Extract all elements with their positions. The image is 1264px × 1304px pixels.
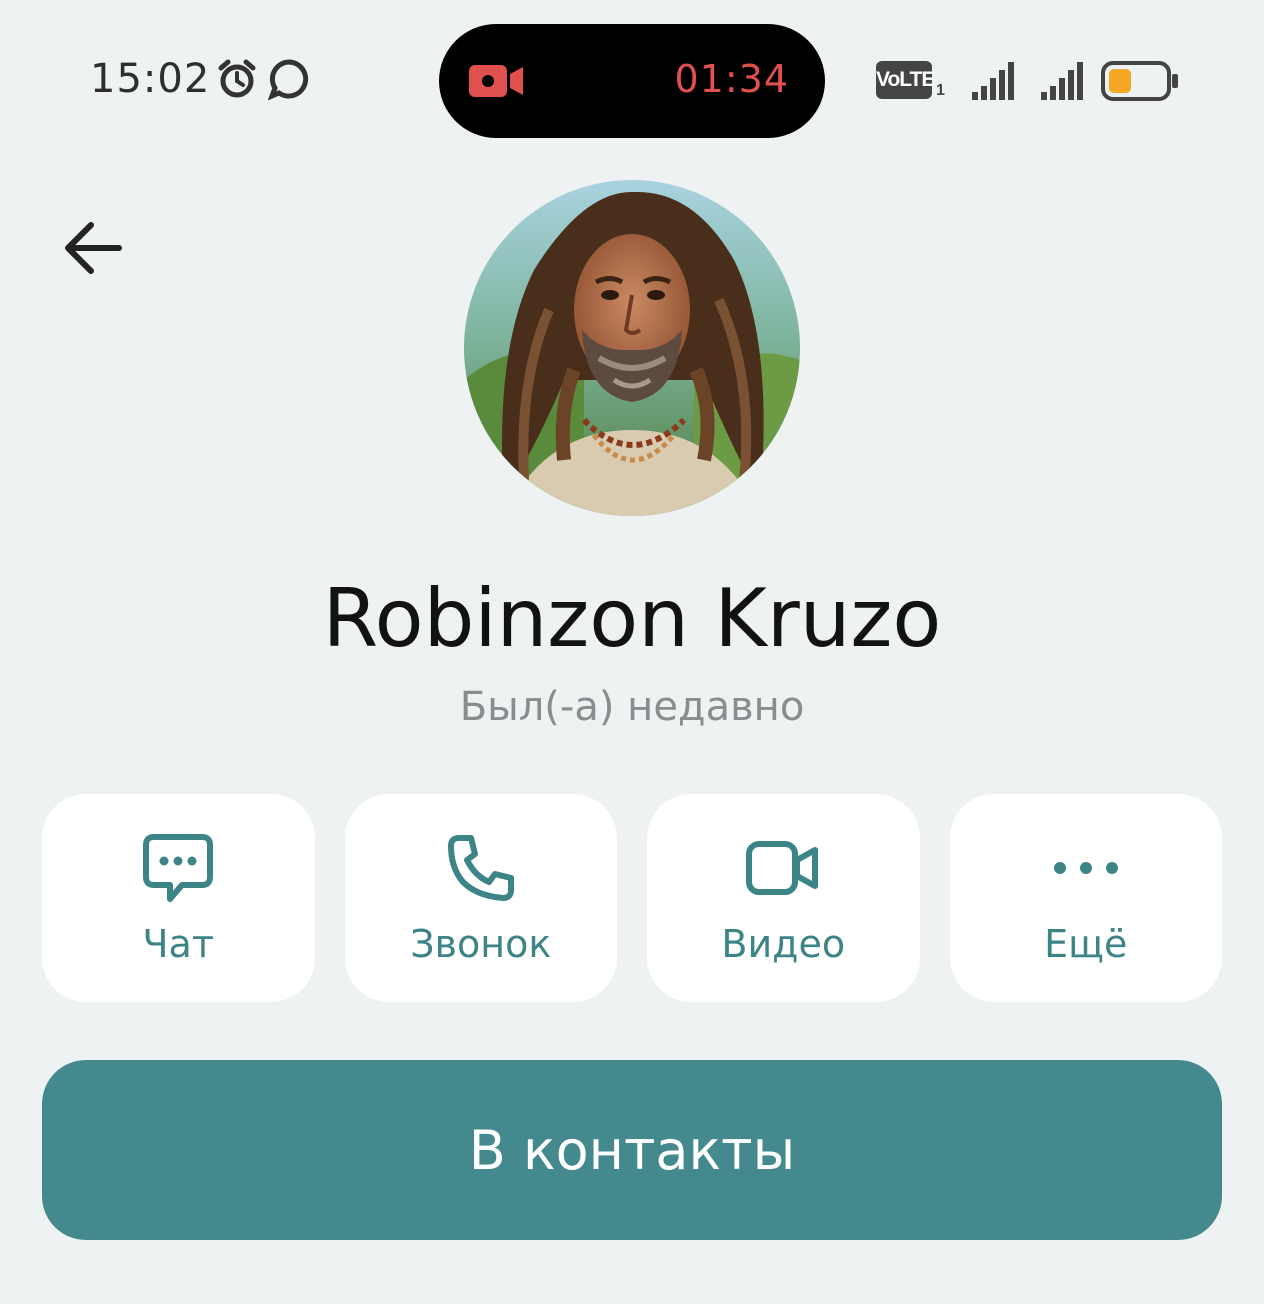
volte-sim-number: 1 xyxy=(936,82,945,99)
avatar[interactable] xyxy=(464,180,800,516)
alarm-icon xyxy=(216,58,258,104)
add-to-contacts-button[interactable]: В контакты xyxy=(42,1060,1222,1240)
avatar-portrait-image xyxy=(464,180,800,516)
phone-icon xyxy=(345,830,618,906)
action-bar: Чат Звонок Видео Ещё xyxy=(42,794,1222,1002)
screen-recording-indicator[interactable]: 01:34 xyxy=(439,24,825,138)
video-camera-icon xyxy=(469,64,525,102)
back-button[interactable] xyxy=(58,216,126,284)
more-button[interactable]: Ещё xyxy=(949,794,1223,1002)
add-to-contacts-label: В контакты xyxy=(468,1118,796,1182)
video-button-label: Видео xyxy=(721,922,846,966)
video-button[interactable]: Видео xyxy=(647,794,920,1002)
profile-name: Robinzon Kruzo xyxy=(322,572,942,665)
signal-strength-icon xyxy=(970,60,1018,106)
chat-bubble-icon xyxy=(42,830,315,906)
chat-button[interactable]: Чат xyxy=(42,794,315,1002)
chat-bubble-status-icon xyxy=(267,58,310,104)
battery-icon xyxy=(1101,61,1181,105)
video-camera-icon xyxy=(647,830,920,906)
more-button-label: Ещё xyxy=(1044,922,1128,966)
arrow-left-icon xyxy=(61,217,123,283)
more-dots-icon xyxy=(950,830,1223,906)
presence-status: Был(-а) недавно xyxy=(459,684,805,730)
recording-timer: 01:34 xyxy=(674,57,789,101)
call-button-label: Звонок xyxy=(410,922,552,966)
signal-strength-icon-2 xyxy=(1039,60,1087,106)
call-button[interactable]: Звонок xyxy=(344,794,618,1002)
volte-badge: VoLTE xyxy=(876,61,935,99)
status-time: 15:02 xyxy=(90,56,211,102)
chat-button-label: Чат xyxy=(142,922,214,966)
